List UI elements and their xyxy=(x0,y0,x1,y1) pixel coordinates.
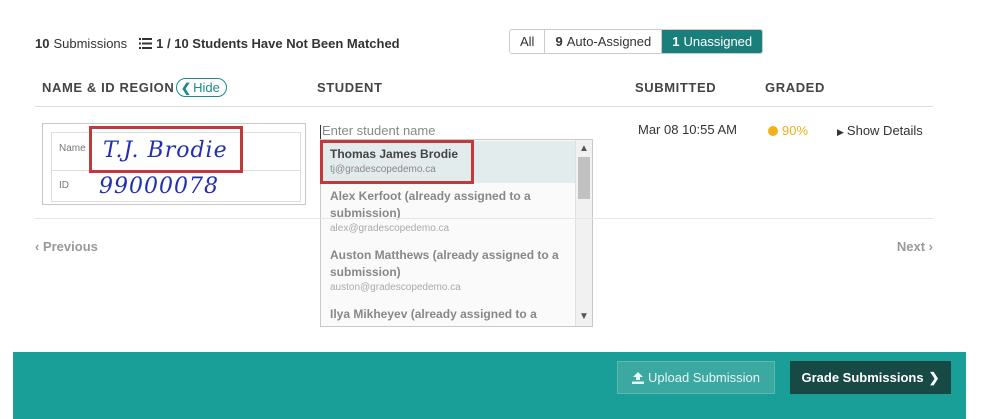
match-status-text: 1 / 10 Students Have Not Been Matched xyxy=(156,35,400,51)
caret-right-icon: ▶ xyxy=(837,127,844,137)
column-header-submitted: SUBMITTED xyxy=(635,80,717,95)
dropdown-option-auston-matthews[interactable]: Auston Matthews (already assigned to a s… xyxy=(321,247,576,295)
grade-status-dot-icon xyxy=(768,125,778,136)
option-email: auston@gradescopedemo.ca xyxy=(330,282,461,293)
grade-submissions-label: Grade Submissions xyxy=(801,370,924,385)
upload-submission-label: Upload Submission xyxy=(647,370,760,385)
submitted-time: Mar 08 10:55 AM xyxy=(638,122,737,137)
previous-link[interactable]: ‹ Previous xyxy=(35,239,98,254)
filter-unassigned-label: Unassigned xyxy=(683,34,753,49)
column-header-name-id-region: NAME & ID REGION xyxy=(42,80,175,95)
graded-status: 90% xyxy=(768,123,808,138)
next-label: Next xyxy=(896,239,926,254)
filter-unassigned-count: 1 xyxy=(672,34,680,49)
column-header-student: STUDENT xyxy=(317,80,383,95)
dropdown-option-ilya-mikheyev[interactable]: Ilya Mikheyev (already assigned to a xyxy=(321,306,576,323)
chevron-right-icon: › xyxy=(925,239,933,254)
chevron-left-icon: ❮ xyxy=(181,80,192,95)
option-name: Ilya Mikheyev (already assigned to a xyxy=(330,307,537,321)
grade-submissions-button[interactable]: Grade Submissions ❯ xyxy=(790,361,951,394)
student-name-input[interactable]: Enter student name xyxy=(320,123,592,139)
option-highlight-box xyxy=(320,140,474,184)
option-name-continued: submission) xyxy=(330,206,401,220)
filter-all-button[interactable]: All xyxy=(510,30,546,53)
option-name: Alex Kerfoot (already assigned to a xyxy=(330,189,531,203)
chevron-right-icon: ❯ xyxy=(928,369,940,385)
hide-label: Hide xyxy=(193,80,220,95)
filter-auto-assigned-count: 9 xyxy=(555,34,563,49)
chevron-left-icon: ‹ xyxy=(35,239,43,254)
show-details-toggle[interactable]: ▶ Show Details xyxy=(837,123,923,138)
summary-bar: 10 Submissions 1 / 10 Students Have Not … xyxy=(35,33,940,53)
submissions-count: 10 Submissions xyxy=(35,36,127,51)
next-link[interactable]: Next › xyxy=(897,239,933,254)
show-details-label: Show Details xyxy=(846,123,923,138)
submissions-number: 10 xyxy=(35,35,50,51)
handwritten-id: 99000078 xyxy=(99,174,219,199)
upload-icon xyxy=(631,371,644,384)
filter-all-label: All xyxy=(520,34,535,49)
submissions-label: Submissions xyxy=(53,35,128,51)
id-field-label: ID xyxy=(59,180,69,191)
dropdown-option-alex-kerfoot[interactable]: Alex Kerfoot (already assigned to a subm… xyxy=(321,188,576,236)
previous-label: Previous xyxy=(42,239,98,254)
list-icon xyxy=(139,37,153,49)
filter-auto-assigned-label: Auto-Assigned xyxy=(566,34,652,49)
filter-unassigned-button[interactable]: 1 Unassigned xyxy=(662,30,763,53)
hide-region-button[interactable]: ❮ Hide xyxy=(176,78,227,97)
scroll-down-icon[interactable]: ▼ xyxy=(576,310,592,324)
text-caret xyxy=(320,124,321,139)
column-header-graded: GRADED xyxy=(765,80,825,95)
scroll-thumb[interactable] xyxy=(578,157,590,199)
filter-tabs: All 9 Auto-Assigned 1 Unassigned xyxy=(509,29,764,54)
option-email: alex@gradescopedemo.ca xyxy=(330,223,450,234)
dropdown-scrollbar[interactable]: ▲ ▼ xyxy=(575,140,592,326)
option-name: Auston Matthews (already assigned to a xyxy=(330,248,559,262)
filter-auto-assigned-button[interactable]: 9 Auto-Assigned xyxy=(545,30,663,53)
name-highlight-box xyxy=(89,126,243,173)
match-status: 1 / 10 Students Have Not Been Matched xyxy=(139,35,400,51)
option-name-continued: submission) xyxy=(330,265,401,279)
header-divider xyxy=(35,106,933,107)
name-field-label: Name xyxy=(59,143,86,154)
student-input-placeholder: Enter student name xyxy=(322,123,436,138)
scroll-up-icon[interactable]: ▲ xyxy=(576,142,592,156)
upload-submission-button[interactable]: Upload Submission xyxy=(617,361,775,394)
graded-percent: 90% xyxy=(782,123,809,138)
row-divider xyxy=(35,218,933,219)
